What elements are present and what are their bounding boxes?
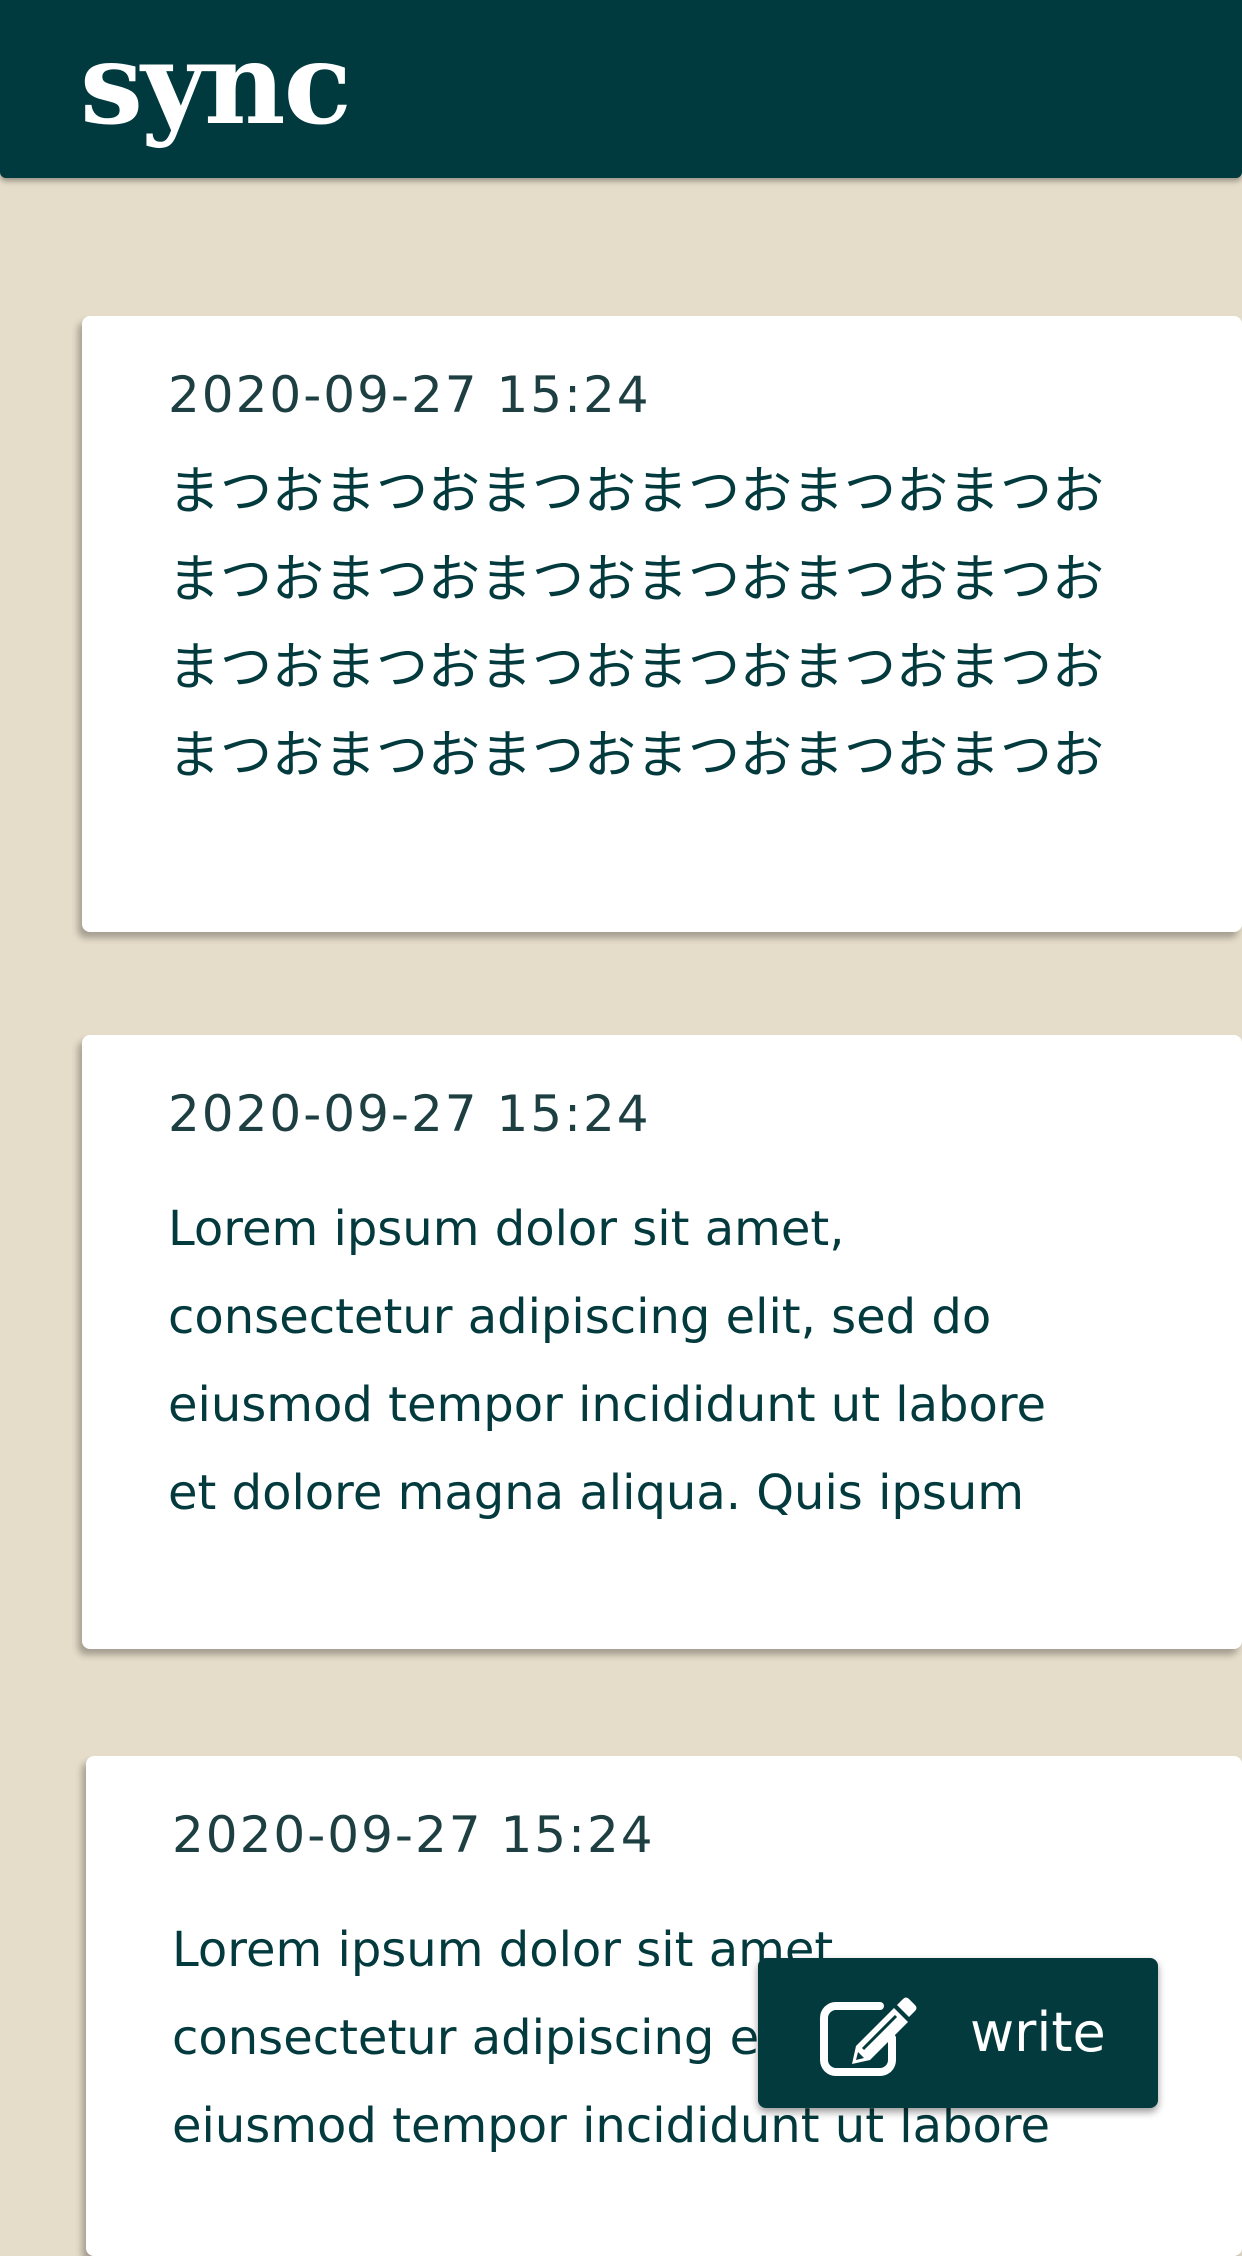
post-card[interactable]: 2020-09-27 15:24 Lorem ipsum dolor sit a… xyxy=(82,1035,1242,1649)
post-timestamp: 2020-09-27 15:24 xyxy=(168,366,651,424)
write-button[interactable]: write xyxy=(758,1958,1158,2108)
write-button-label: write xyxy=(970,2001,1106,2064)
edit-icon xyxy=(820,1997,917,2076)
app-header: sync xyxy=(0,0,1242,178)
post-timestamp: 2020-09-27 15:24 xyxy=(168,1085,651,1143)
post-card[interactable]: 2020-09-27 15:24 まつおまつおまつおまつおまつおまつお まつおま… xyxy=(82,316,1242,932)
app-title: sync xyxy=(80,19,352,150)
post-timestamp: 2020-09-27 15:24 xyxy=(172,1806,655,1864)
post-body: Lorem ipsum dolor sit amet, consectetur … xyxy=(168,1201,1047,1521)
post-body: まつおまつおまつおまつおまつおまつお まつおまつおまつおまつおまつおまつお まつ… xyxy=(168,462,1105,786)
